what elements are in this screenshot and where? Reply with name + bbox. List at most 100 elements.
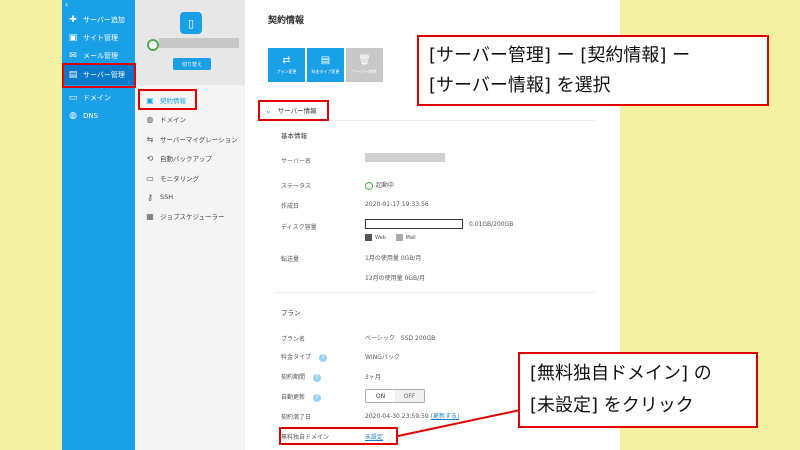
fee-type-value: WINGパック (365, 354, 400, 361)
menu-item-label: ドメイン (160, 116, 186, 124)
period-text: 契約期間 (281, 374, 306, 381)
help-icon[interactable]: ? (313, 373, 322, 382)
menu-item-ssh[interactable]: ⚷ SSH (145, 189, 245, 205)
menu-item-domain[interactable]: ◍ ドメイン (145, 111, 245, 127)
highlight-contract-info (138, 89, 197, 110)
disk-label: ディスク容量 (281, 224, 317, 231)
help-icon[interactable]: ? (319, 353, 328, 362)
domain-icon: ▭ (68, 93, 78, 103)
window-icon: ▣ (68, 33, 78, 43)
nav-item-site-management[interactable]: ▣ サイト管理 (62, 28, 135, 48)
plan-heading: プラン (281, 309, 301, 317)
status-text: 起動中 (376, 182, 395, 189)
fee-type-text: 料金タイプ (281, 354, 312, 361)
tile-label: サーバー削除 (352, 69, 377, 74)
globe-icon: ◍ (146, 114, 154, 124)
callout-line: [無料独自ドメイン] の (530, 363, 712, 384)
auto-renew-label: 自動更新? (281, 392, 322, 402)
menu-item-label: モニタリング (160, 175, 199, 183)
scheduler-icon: ▦ (146, 211, 154, 221)
menu-item-label: ジョブスケジューラー (160, 213, 225, 221)
menu-item-auto-backup[interactable]: ⟲ 自動バックアップ (145, 150, 245, 166)
renew-link[interactable]: (更新する) (431, 413, 460, 420)
contract-end-value: 2020-04-30 23:59:59 (更新する) (365, 411, 459, 420)
key-icon: ⚷ (147, 192, 153, 202)
period-label: 契約期間? (281, 372, 322, 382)
period-value: 3ヶ月 (365, 374, 381, 381)
highlight-free-domain (279, 427, 398, 445)
disk-usage-bar (365, 219, 463, 229)
contract-end-label: 契約満了日 (281, 414, 312, 421)
contract-end-date: 2020-04-30 23:59:59 (365, 413, 429, 420)
legend-web-swatch (365, 234, 372, 241)
menu-item-job-scheduler[interactable]: ▦ ジョブスケジューラー (145, 208, 245, 224)
globe-icon: ◍ (69, 111, 77, 121)
disk-legend: Web Mail (365, 234, 416, 241)
callout-line: [サーバー情報] を選択 (429, 75, 611, 96)
monitor-icon: ▭ (146, 173, 154, 183)
callout-line: [未設定] をクリック (530, 395, 694, 416)
trash-icon: 🗑 (358, 55, 371, 66)
highlight-server-management (62, 63, 136, 88)
callout-line: [サーバー管理] ー [契約情報] ー (429, 45, 691, 66)
disk-value: 0.01GB/200GB (469, 221, 514, 228)
instruction-callout-select: [サーバー管理] ー [契約情報] ー [サーバー情報] を選択 (417, 35, 769, 106)
page-title: 契約情報 (268, 16, 305, 26)
auto-renew-toggle[interactable]: ON OFF (365, 389, 425, 403)
menu-item-server-migration[interactable]: ⇆ サーバーマイグレーション (145, 131, 245, 147)
menu-item-label: サーバーマイグレーション (160, 136, 238, 144)
server-delete-button[interactable]: 🗑 サーバー削除 (346, 48, 383, 82)
created-value: 2020-01-17 19:33:56 (365, 201, 429, 208)
highlight-server-info (258, 100, 329, 121)
plan-name-label: プラン名 (281, 336, 306, 343)
toggle-off[interactable]: OFF (395, 390, 424, 402)
server-panel: ▯ 切り替え ▣ 契約情報 ◍ ドメイン ⇆ サーバーマイグレーション ⟲ 自動… (135, 0, 246, 450)
transfer-year-value: 12月の使用量 0GB/月 (365, 275, 426, 282)
plan-change-button[interactable]: ⇄ プラン変更 (268, 48, 305, 82)
status-ok-icon (365, 181, 373, 190)
toggle-on[interactable]: ON (366, 390, 395, 402)
menu-item-label: SSH (160, 193, 174, 201)
legend-mail-swatch (395, 234, 403, 241)
nav-item-label: DNS (83, 112, 99, 120)
mail-icon: ✉ (69, 51, 77, 61)
menu-item-monitoring[interactable]: ▭ モニタリング (145, 170, 245, 186)
fee-type-label: 料金タイプ? (281, 352, 328, 362)
server-name-redacted (159, 38, 239, 48)
basic-info-heading: 基本情報 (281, 132, 307, 140)
tile-label: 料金タイプ変更 (311, 69, 340, 74)
instruction-callout-click: [無料独自ドメイン] の [未設定] をクリック (518, 352, 758, 428)
nav-item-label: サーバー追加 (83, 16, 125, 24)
nav-item-dns[interactable]: ◍ DNS (62, 106, 135, 126)
backup-icon: ⟲ (146, 153, 154, 163)
nav-item-add-server[interactable]: ✚ サーバー追加 (62, 10, 135, 30)
server-name-redacted (365, 153, 445, 162)
server-name-label: サーバー名 (281, 158, 311, 165)
transfer-month-value: 1月の使用量 0GB/月 (365, 255, 422, 262)
legend-web: Web (375, 235, 386, 241)
nav-item-label: サイト管理 (83, 34, 118, 42)
menu-item-label: 自動バックアップ (160, 155, 212, 163)
fee-type-change-button[interactable]: ▤ 料金タイプ変更 (307, 48, 344, 82)
divider (275, 292, 595, 293)
server-device-icon: ▯ (180, 12, 202, 34)
plan-name-value: ベーシック SSD 200GB (365, 335, 436, 342)
migration-icon: ⇆ (146, 134, 154, 144)
created-label: 作成日 (281, 203, 300, 210)
status-label: ステータス (281, 183, 312, 190)
server-panel-header: ▯ 切り替え (135, 0, 245, 85)
help-icon[interactable]: ? (313, 393, 322, 402)
doc-icon: ▤ (320, 55, 331, 66)
nav-item-label: ドメイン (83, 94, 111, 102)
status-value: 起動中 (365, 180, 394, 190)
tile-label: プラン変更 (276, 69, 297, 74)
swap-icon: ⇄ (282, 55, 291, 66)
legend-mail: Mail (405, 235, 416, 241)
switch-server-button[interactable]: 切り替え (173, 58, 211, 70)
transfer-label: 転送量 (281, 256, 300, 263)
left-margin (0, 0, 62, 450)
status-ok-icon (147, 39, 159, 51)
plus-icon: ✚ (69, 15, 77, 25)
nav-item-label: メール管理 (83, 52, 118, 60)
nav-item-domain[interactable]: ▭ ドメイン (62, 88, 135, 108)
